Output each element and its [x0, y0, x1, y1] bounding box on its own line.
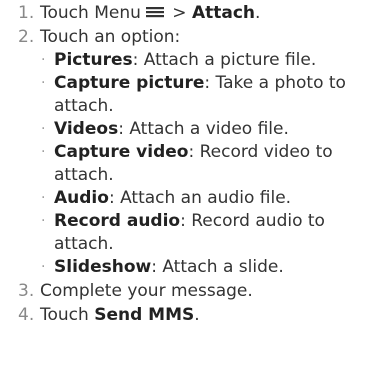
- list-item: · Videos: Attach a video file.: [0, 118, 354, 141]
- step-1: 1. Touch Menu > Attach.: [0, 1, 365, 25]
- bullet: ·: [41, 75, 46, 91]
- list-item: · Pictures: Attach a picture file.: [0, 49, 354, 72]
- step-text-bold: Send MMS: [94, 305, 195, 325]
- step-number: 1.: [18, 3, 35, 23]
- step-text: Touch Send MMS.: [36, 303, 365, 327]
- option-desc: : Attach an audio file.: [108, 188, 292, 208]
- step-number: 4.: [18, 305, 35, 325]
- option-desc: : Attach a picture file.: [132, 50, 317, 70]
- step-number: 3.: [18, 281, 35, 301]
- list-item: · Capture video: Record video to attach.: [0, 141, 354, 187]
- list-item: · Audio: Attach an audio file.: [0, 187, 354, 210]
- step-text: Touch an option:: [40, 27, 181, 47]
- option-label: Audio: [54, 188, 109, 208]
- option-desc: : Attach a video file.: [118, 119, 289, 139]
- menu-icon: [145, 2, 165, 18]
- bullet: ·: [41, 190, 46, 206]
- step-2: 2. Touch an option:: [0, 25, 365, 49]
- bullet: ·: [41, 259, 46, 275]
- step-4: 4. Touch Send MMS.: [0, 303, 365, 327]
- option-desc: : Attach a slide.: [151, 257, 284, 277]
- list-item: · Slideshow: Attach a slide.: [0, 256, 354, 279]
- bullet: ·: [41, 121, 46, 137]
- step-3: 3. Complete your message.: [0, 279, 365, 303]
- step-text-post: .: [194, 305, 200, 325]
- option-list: · Pictures: Attach a picture file. · Captu…: [0, 49, 365, 279]
- option-label: Capture picture: [54, 73, 205, 93]
- list-item: · Record audio: Record audio to attach.: [0, 210, 354, 256]
- step-number: 2.: [18, 27, 35, 47]
- bullet: ·: [41, 52, 46, 68]
- bullet: ·: [41, 144, 46, 160]
- step-text: Touch Menu > Attach.: [36, 1, 365, 25]
- option-label: Capture video: [54, 142, 189, 162]
- instructions: 1. Touch Menu > Attach. 2. Touch an opti…: [0, 1, 365, 327]
- step-text-pre: Touch Menu: [40, 3, 141, 23]
- step-text-pre: Touch: [40, 305, 95, 325]
- step-text-bold: Attach: [191, 3, 255, 23]
- step-text: Complete your message.: [40, 281, 253, 301]
- step-text-post: .: [255, 3, 261, 23]
- option-label: Record audio: [54, 211, 181, 231]
- step-text-mid: >: [166, 3, 192, 23]
- option-label: Pictures: [54, 50, 133, 70]
- list-item: · Capture picture: Take a photo to attach…: [0, 72, 354, 118]
- option-label: Slideshow: [54, 257, 152, 277]
- option-label: Videos: [54, 119, 119, 139]
- bullet: ·: [41, 213, 46, 229]
